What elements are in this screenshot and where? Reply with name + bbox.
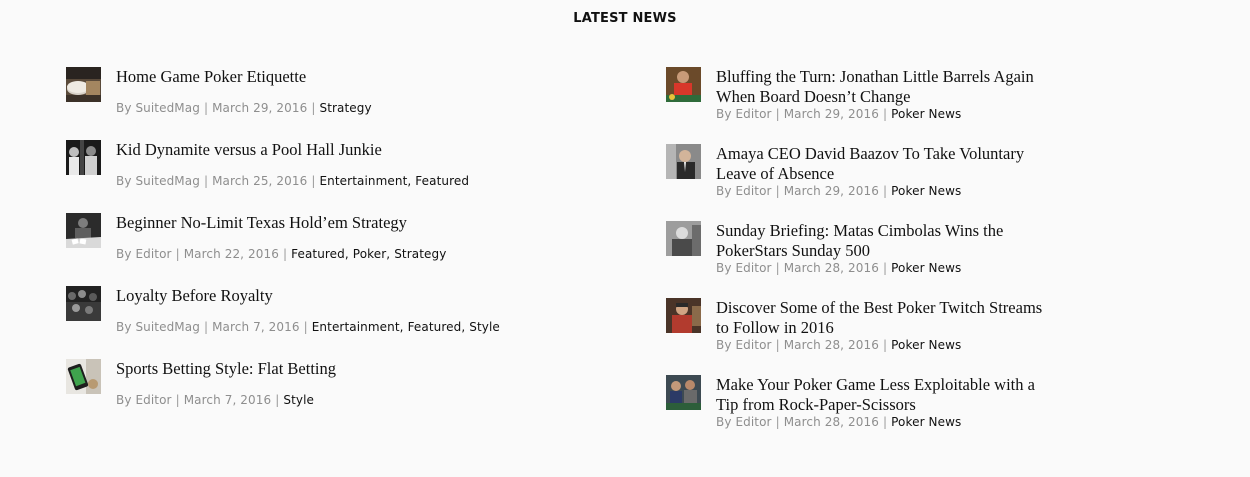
movie-still-thumb[interactable] bbox=[66, 140, 101, 175]
article-date: March 28, 2016 bbox=[783, 261, 879, 275]
phone-betting-thumb[interactable] bbox=[66, 359, 101, 394]
news-item: Bluffing the Turn: Jonathan Little Barre… bbox=[666, 67, 1086, 144]
article-author[interactable]: By SuitedMag bbox=[116, 174, 200, 188]
article-author[interactable]: By SuitedMag bbox=[116, 320, 200, 334]
category-link[interactable]: Style bbox=[469, 320, 500, 334]
article-title[interactable]: Amaya CEO David Baazov To Take Voluntary… bbox=[716, 144, 1086, 183]
category-link[interactable]: Featured bbox=[408, 320, 462, 334]
article-author[interactable]: By Editor bbox=[716, 415, 772, 429]
article-meta: By SuitedMag | March 29, 2016 | Strategy bbox=[116, 100, 372, 115]
news-list-left: Home Game Poker Etiquette By SuitedMag | M… bbox=[66, 67, 626, 432]
poker-player-red-thumb[interactable] bbox=[666, 67, 701, 102]
article-author[interactable]: By SuitedMag bbox=[116, 101, 200, 115]
article-author[interactable]: By Editor bbox=[116, 393, 172, 407]
article-title[interactable]: Kid Dynamite versus a Pool Hall Junkie bbox=[116, 140, 626, 160]
category-link[interactable]: Featured bbox=[291, 247, 345, 261]
news-list-right: Bluffing the Turn: Jonathan Little Barre… bbox=[666, 67, 1086, 452]
article-date: March 29, 2016 bbox=[783, 107, 879, 121]
news-item: Home Game Poker Etiquette By SuitedMag | M… bbox=[66, 67, 626, 140]
article-title[interactable]: Loyalty Before Royalty bbox=[116, 286, 626, 306]
article-meta: By Editor | March 7, 2016 | Style bbox=[116, 392, 315, 407]
section-title: LATEST NEWS bbox=[573, 11, 677, 26]
news-item: Amaya CEO David Baazov To Take Voluntary… bbox=[666, 144, 1086, 221]
article-title[interactable]: Sports Betting Style: Flat Betting bbox=[116, 359, 626, 379]
article-date: March 29, 2016 bbox=[212, 100, 308, 115]
news-item: Make Your Poker Game Less Exploitable wi… bbox=[666, 375, 1086, 452]
news-item: Kid Dynamite versus a Pool Hall Junkie B… bbox=[66, 140, 626, 213]
article-meta: By Editor | March 28, 2016 | Poker News bbox=[716, 261, 962, 275]
category-link[interactable]: Poker News bbox=[891, 184, 961, 198]
article-date: March 29, 2016 bbox=[783, 184, 879, 198]
article-author[interactable]: By Editor bbox=[116, 247, 172, 261]
article-meta: By Editor | March 29, 2016 | Poker News bbox=[716, 107, 962, 121]
article-meta: By Editor | March 28, 2016 | Poker News bbox=[716, 415, 962, 429]
news-item: Sports Betting Style: Flat Betting By Ed… bbox=[66, 359, 626, 432]
category-link[interactable]: Entertainment bbox=[312, 320, 400, 334]
article-title[interactable]: Sunday Briefing: Matas Cimbolas Wins the… bbox=[716, 221, 1086, 260]
category-link[interactable]: Entertainment bbox=[319, 174, 407, 188]
article-title[interactable]: Discover Some of the Best Poker Twitch S… bbox=[716, 298, 1086, 337]
category-link[interactable]: Poker News bbox=[891, 261, 961, 275]
article-date: March 22, 2016 bbox=[183, 246, 279, 261]
poker-players-thumb[interactable] bbox=[666, 375, 701, 410]
article-date: March 28, 2016 bbox=[783, 338, 879, 352]
article-title[interactable]: Home Game Poker Etiquette bbox=[116, 67, 626, 87]
category-link[interactable]: Strategy bbox=[394, 247, 446, 261]
category-link[interactable]: Strategy bbox=[319, 101, 371, 115]
article-meta: By Editor | March 22, 2016 | Featured, Poker,… bbox=[116, 246, 447, 261]
streamer-thumb[interactable] bbox=[666, 298, 701, 333]
article-title[interactable]: Bluffing the Turn: Jonathan Little Barre… bbox=[716, 67, 1086, 106]
poker-table-thumb[interactable] bbox=[66, 213, 101, 248]
news-item: Sunday Briefing: Matas Cimbolas Wins the… bbox=[666, 221, 1086, 298]
category-link[interactable]: Featured bbox=[415, 174, 469, 188]
player-bw-thumb[interactable] bbox=[666, 221, 701, 256]
article-date: March 7, 2016 bbox=[212, 319, 300, 334]
category-link[interactable]: Poker News bbox=[891, 107, 961, 121]
news-item: Discover Some of the Best Poker Twitch S… bbox=[666, 298, 1086, 375]
ceo-portrait-thumb[interactable] bbox=[666, 144, 701, 179]
news-item: Loyalty Before Royalty By SuitedMag | Marc… bbox=[66, 286, 626, 359]
article-meta: By SuitedMag | March 7, 2016 | Entertainment… bbox=[116, 319, 500, 334]
crowd-thumb[interactable] bbox=[66, 286, 101, 321]
article-date: March 28, 2016 bbox=[783, 415, 879, 429]
article-author[interactable]: By Editor bbox=[716, 184, 772, 198]
category-link[interactable]: Style bbox=[283, 393, 314, 407]
category-link[interactable]: Poker News bbox=[891, 415, 961, 429]
article-meta: By Editor | March 28, 2016 | Poker News bbox=[716, 338, 962, 352]
category-link[interactable]: Poker bbox=[353, 247, 387, 261]
article-title[interactable]: Make Your Poker Game Less Exploitable wi… bbox=[716, 375, 1086, 414]
article-meta: By SuitedMag | March 25, 2016 | Entertainmen… bbox=[116, 173, 470, 188]
article-date: March 25, 2016 bbox=[212, 173, 308, 188]
article-meta: By Editor | March 29, 2016 | Poker News bbox=[716, 184, 962, 198]
article-title[interactable]: Beginner No-Limit Texas Hold’em Strategy bbox=[116, 213, 626, 233]
article-author[interactable]: By Editor bbox=[716, 107, 772, 121]
category-link[interactable]: Poker News bbox=[891, 338, 961, 352]
article-author[interactable]: By Editor bbox=[716, 261, 772, 275]
poker-chips-thumb[interactable] bbox=[66, 67, 101, 102]
article-date: March 7, 2016 bbox=[183, 392, 272, 407]
article-author[interactable]: By Editor bbox=[716, 338, 772, 352]
news-item: Beginner No-Limit Texas Hold’em Strategy… bbox=[66, 213, 626, 286]
